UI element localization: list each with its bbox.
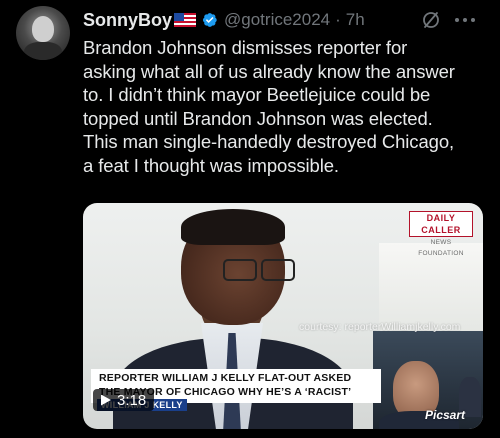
post-time[interactable]: 7h (346, 10, 365, 30)
news-logo-sub: NEWS FOUNDATION (418, 239, 464, 257)
display-name[interactable]: SonnyBoy (83, 10, 172, 31)
avatar[interactable] (16, 6, 70, 60)
glasses (219, 259, 299, 281)
post-text-line: asking what all of us already know the a… (83, 60, 455, 82)
caption-line-1: REPORTER WILLIAM J KELLY FLAT-OUT ASKED (99, 372, 352, 384)
verified-badge-icon (200, 11, 218, 29)
post-text-line: Brandon Johnson dismisses reporter for (83, 37, 408, 58)
speaker-hair (181, 209, 285, 245)
courtesy-credit: courtesy: reporterWilliamjkelly.com (299, 321, 461, 333)
news-logo: DAILY CALLER NEWS FOUNDATION (409, 211, 473, 257)
post-text: Brandon Johnson dismisses reporter for a… (83, 36, 493, 177)
post-text-line: a feat I thought was impossible. (83, 154, 339, 176)
play-button[interactable]: 3:18 (93, 389, 155, 411)
post-text-line: to. I didn’t think mayor Beetlejuice cou… (83, 84, 431, 105)
separator-dot: · (335, 10, 341, 29)
user-handle[interactable]: @gotrice2024 (224, 10, 330, 30)
more-options-icon[interactable] (455, 12, 475, 28)
picsart-watermark: Picsart (425, 408, 466, 422)
grok-icon[interactable] (421, 10, 441, 30)
news-logo-main: DAILY CALLER (409, 211, 473, 237)
post-text-line: topped until Brandon Johnson was elected… (83, 107, 433, 129)
video-duration: 3:18 (117, 391, 147, 409)
us-flag-icon (174, 13, 197, 27)
post-header: SonnyBoy @gotrice2024 · 7h (83, 9, 365, 31)
play-icon (101, 394, 111, 406)
post-text-line: This man single-handedly destroyed Chica… (83, 131, 455, 152)
video-media[interactable]: DAILY CALLER NEWS FOUNDATION courtesy: r… (83, 203, 483, 429)
